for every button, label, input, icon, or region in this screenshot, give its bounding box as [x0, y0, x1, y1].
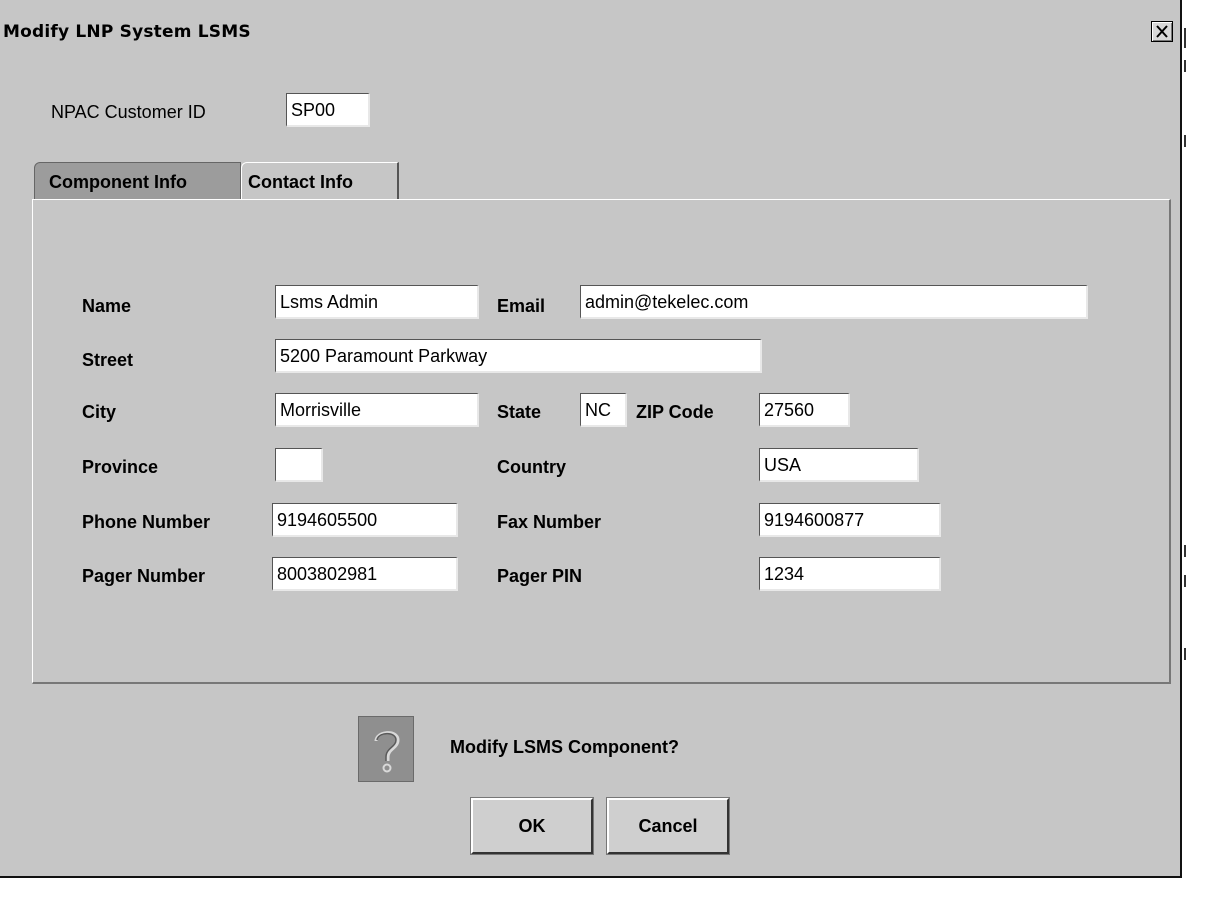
phone-number-field[interactable]: 9194605500 [272, 503, 458, 537]
country-label: Country [497, 457, 566, 477]
question-icon [358, 716, 414, 782]
state-field[interactable]: NC [580, 393, 627, 427]
street-field[interactable]: 5200 Paramount Parkway [275, 339, 762, 373]
close-icon [1156, 25, 1168, 38]
email-field[interactable]: admin@tekelec.com [580, 285, 1088, 319]
name-label: Name [82, 296, 132, 316]
npac-customer-id-label: NPAC Customer ID [51, 102, 206, 122]
window-title: Modify LNP System LSMS [3, 22, 251, 42]
zip-code-label: ZIP Code [636, 402, 714, 422]
close-button[interactable] [1151, 21, 1173, 42]
province-field[interactable] [275, 448, 323, 482]
npac-customer-id-field[interactable]: SP00 [286, 93, 370, 127]
name-field[interactable]: Lsms Admin [275, 285, 479, 319]
pager-number-field[interactable]: 8003802981 [272, 557, 458, 591]
tab-component-info[interactable]: Component Info [34, 162, 241, 200]
pager-pin-label: Pager PIN [497, 566, 583, 586]
component-info-panel [32, 199, 1171, 684]
city-label: City [82, 402, 117, 422]
pager-number-label: Pager Number [82, 566, 206, 586]
title-bar[interactable]: Modify LNP System LSMS [0, 20, 1180, 48]
email-label: Email [497, 296, 546, 316]
edge-divider [1184, 135, 1186, 147]
tab-contact-info[interactable]: Contact Info [241, 162, 399, 200]
confirm-message: Modify LSMS Component? [450, 737, 679, 757]
state-label: State [497, 402, 542, 422]
edge-divider [1184, 545, 1186, 557]
zip-code-field[interactable]: 27560 [759, 393, 850, 427]
edge-divider [1184, 28, 1186, 48]
fax-number-label: Fax Number [497, 512, 602, 532]
province-label: Province [82, 457, 159, 477]
pager-pin-field[interactable]: 1234 [759, 557, 941, 591]
country-field[interactable]: USA [759, 448, 919, 482]
phone-number-label: Phone Number [82, 512, 211, 532]
ok-button[interactable]: OK [470, 797, 594, 855]
modify-lsms-dialog: Modify LNP System LSMS NPAC Customer ID … [0, 0, 1182, 878]
edge-divider [1184, 648, 1186, 660]
edge-divider [1184, 575, 1186, 587]
cancel-button[interactable]: Cancel [606, 797, 730, 855]
city-field[interactable]: Morrisville [275, 393, 479, 427]
fax-number-field[interactable]: 9194600877 [759, 503, 941, 537]
street-label: Street [82, 350, 134, 370]
edge-divider [1184, 60, 1186, 72]
